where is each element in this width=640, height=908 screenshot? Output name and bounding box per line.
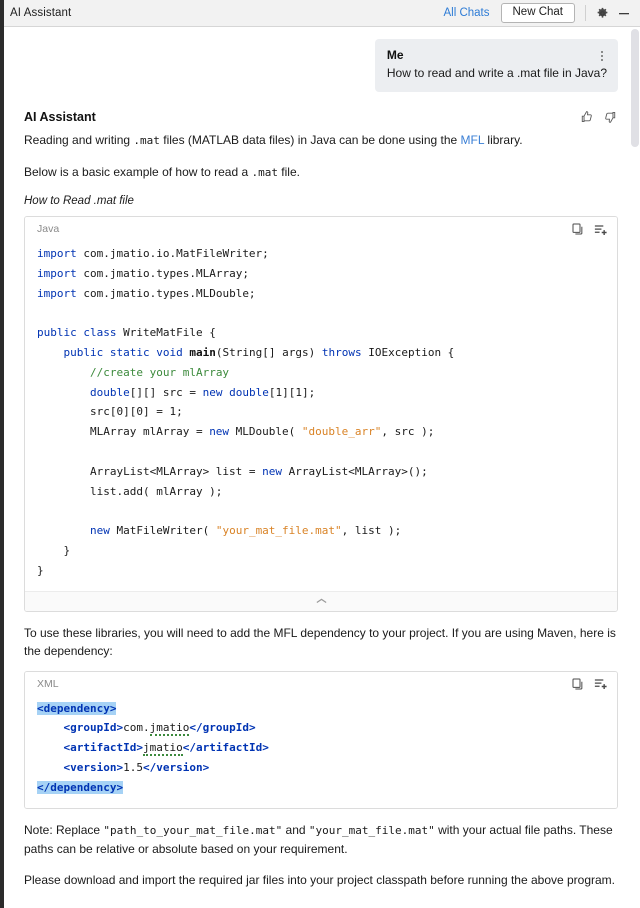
panel-title: AI Assistant	[10, 7, 72, 19]
xml-code-block-header: XML	[25, 671, 617, 696]
note-mid: and	[282, 822, 309, 837]
assistant-message-header: AI Assistant	[24, 109, 618, 125]
section-subheading: How to Read .mat file	[24, 195, 134, 207]
chevron-up-icon[interactable]	[25, 590, 617, 611]
titlebar-divider	[585, 5, 586, 21]
assistant-message-author: AI Assistant	[24, 110, 96, 124]
thumbs-up-icon[interactable]	[579, 109, 595, 125]
copy-icon[interactable]	[569, 675, 586, 692]
insert-into-editor-icon[interactable]	[592, 675, 609, 692]
assistant-note-paragraph: Note: Replace "path_to_your_mat_file.mat…	[24, 821, 618, 858]
para2-prefix: Below is a basic example of how to read …	[24, 165, 252, 179]
new-chat-button[interactable]: New Chat	[500, 3, 575, 23]
kebab-menu-icon[interactable]	[596, 49, 607, 63]
ai-assistant-panel: AI Assistant All Chats New Chat Me How t…	[0, 0, 640, 908]
gear-icon[interactable]	[594, 5, 610, 21]
xml-code-language-label: XML	[37, 677, 59, 690]
user-message-bubble: Me How to read and write a .mat file in …	[374, 39, 618, 92]
user-message-row: Me How to read and write a .mat file in …	[4, 27, 640, 92]
note-path-1: "path_to_your_mat_file.mat"	[103, 823, 283, 837]
left-edge-rail	[0, 0, 4, 908]
para1-mid: files (MATLAB data files) in Java can be…	[159, 133, 461, 147]
insert-into-editor-icon[interactable]	[592, 221, 609, 238]
assistant-message-block: AI Assistant Reading and writing .mat fi…	[4, 92, 640, 889]
java-code-language-label: Java	[37, 223, 60, 235]
java-code-content[interactable]: import com.jmatio.io.MatFileWriter; impo…	[25, 241, 617, 591]
para1-suffix: library.	[484, 133, 523, 147]
java-code-block: Java import com.jmatio.io.MatFileWriter;…	[24, 216, 618, 612]
para1-mono: .mat	[133, 134, 160, 147]
xml-code-content[interactable]: <dependency> <groupId>com.jmatio</groupI…	[25, 695, 617, 808]
para1-prefix: Reading and writing	[24, 133, 134, 147]
user-message-text: How to read and write a .mat file in Jav…	[386, 66, 607, 80]
mfl-library-link[interactable]: MFL	[461, 133, 485, 147]
java-code-block-header: Java	[25, 217, 617, 241]
para2-mono: .mat	[251, 166, 278, 179]
chat-scroll-area[interactable]: Me How to read and write a .mat file in …	[0, 27, 640, 908]
minimize-icon[interactable]	[616, 5, 632, 21]
thumbs-down-icon[interactable]	[602, 109, 618, 125]
copy-icon[interactable]	[569, 221, 586, 238]
all-chats-link[interactable]: All Chats	[443, 7, 489, 19]
vertical-scrollbar[interactable]	[630, 27, 640, 908]
user-message-header: Me	[387, 48, 607, 63]
assistant-paragraph-3: To use these libraries, you will need to…	[24, 625, 616, 658]
para2-suffix: file.	[277, 165, 300, 179]
scrollbar-thumb[interactable]	[631, 29, 639, 147]
xml-code-block: XML <dependency> <groupId>com.jmatio</gr…	[24, 670, 618, 809]
note-prefix: Note: Replace	[24, 822, 104, 837]
user-message-author: Me	[386, 48, 404, 62]
assistant-final-note: Please download and import the required …	[24, 872, 616, 887]
assistant-paragraph-2: Below is a basic example of how to read …	[24, 163, 618, 182]
note-path-2: "your_mat_file.mat"	[308, 823, 435, 837]
assistant-paragraph-1: Reading and writing .mat files (MATLAB d…	[24, 131, 618, 150]
titlebar: AI Assistant All Chats New Chat	[0, 0, 640, 27]
